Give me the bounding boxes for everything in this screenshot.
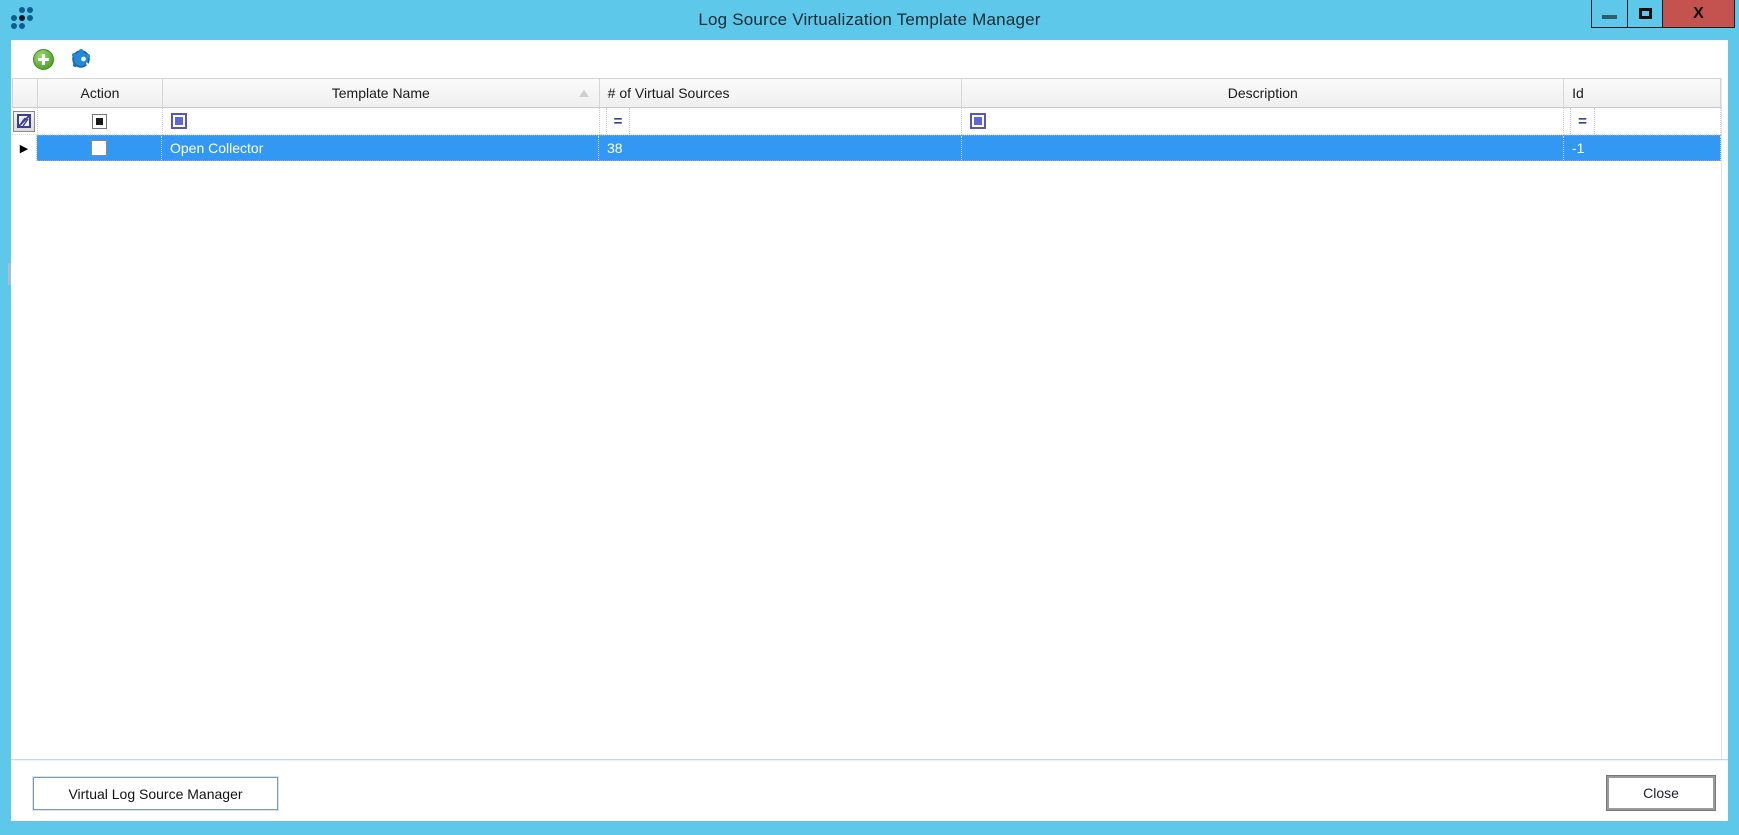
template-name-filter-checkbox-indeterminate[interactable] bbox=[170, 113, 187, 129]
add-icon bbox=[32, 48, 54, 70]
equals-operator-icon[interactable]: = bbox=[1570, 108, 1595, 134]
column-header-description-label: Description bbox=[1227, 85, 1298, 101]
close-window-button[interactable]: X bbox=[1663, 0, 1735, 28]
cell-action[interactable] bbox=[37, 136, 162, 160]
description-filter-checkbox-indeterminate[interactable] bbox=[970, 113, 987, 129]
cell-description[interactable] bbox=[962, 136, 1564, 160]
grid-header-row: Action Template Name # of Virtual Source… bbox=[12, 78, 1721, 108]
equals-operator-icon[interactable]: = bbox=[605, 108, 631, 134]
window-title: Log Source Virtualization Template Manag… bbox=[698, 10, 1041, 29]
window-controls: X bbox=[1591, 0, 1735, 28]
selected-row[interactable]: Open Collector 38 -1 bbox=[37, 135, 1721, 161]
action-checkbox-unchecked[interactable] bbox=[91, 140, 107, 156]
column-header-template-name[interactable]: Template Name bbox=[162, 78, 600, 108]
dialog-content: Action Template Name # of Virtual Source… bbox=[11, 40, 1728, 821]
templates-grid: Action Template Name # of Virtual Source… bbox=[12, 78, 1722, 759]
gear-button[interactable] bbox=[70, 48, 92, 70]
column-header-id-label: Id bbox=[1572, 85, 1584, 101]
add-template-button[interactable] bbox=[32, 48, 54, 70]
column-header-id[interactable]: Id bbox=[1564, 78, 1721, 108]
column-header-action-label: Action bbox=[80, 85, 120, 101]
column-header-num-virtual-sources-label: # of Virtual Sources bbox=[607, 85, 730, 101]
column-header-num-virtual-sources[interactable]: # of Virtual Sources bbox=[599, 78, 963, 108]
table-row-open-collector[interactable]: ▶ Open Collector 38 -1 bbox=[12, 135, 1721, 161]
cell-id[interactable]: -1 bbox=[1564, 136, 1721, 160]
maximize-icon bbox=[1638, 8, 1652, 19]
cell-template-name[interactable]: Open Collector bbox=[162, 136, 599, 160]
footer-bar: Virtual Log Source Manager Close bbox=[11, 759, 1728, 821]
virtual-log-source-manager-label: Virtual Log Source Manager bbox=[68, 785, 243, 802]
maximize-button[interactable] bbox=[1628, 0, 1663, 28]
column-header-template-name-label: Template Name bbox=[331, 85, 430, 101]
column-header-description[interactable]: Description bbox=[962, 78, 1565, 108]
edit-filter-icon bbox=[17, 114, 32, 128]
dialog-log-source-virtualization-template-manager: Log Source Virtualization Template Manag… bbox=[0, 0, 1739, 835]
filter-cell-description[interactable] bbox=[962, 108, 1565, 135]
filter-cell-template-name[interactable] bbox=[162, 108, 600, 135]
grid-filter-row: = = bbox=[12, 108, 1721, 135]
gear-icon bbox=[72, 49, 91, 68]
filter-edit-cell bbox=[12, 108, 38, 135]
grid-area: Action Template Name # of Virtual Source… bbox=[11, 78, 1728, 759]
titlebar[interactable]: Log Source Virtualization Template Manag… bbox=[0, 0, 1739, 40]
filter-cell-num-virtual-sources[interactable]: = bbox=[599, 108, 963, 135]
row-indicator-cell: ▶ bbox=[12, 135, 37, 161]
close-button-label: Close bbox=[1643, 785, 1679, 801]
cell-num-virtual-sources[interactable]: 38 bbox=[599, 136, 962, 160]
close-icon: X bbox=[1693, 4, 1704, 22]
virtual-log-source-manager-button[interactable]: Virtual Log Source Manager bbox=[32, 776, 279, 811]
filter-cell-action[interactable] bbox=[37, 108, 163, 135]
toolbar bbox=[11, 40, 1728, 78]
sort-ascending-icon bbox=[578, 90, 589, 97]
minimize-button[interactable] bbox=[1591, 0, 1628, 28]
current-row-arrow-icon: ▶ bbox=[19, 142, 29, 155]
edit-filter-button[interactable] bbox=[13, 110, 36, 132]
header-row-indicator bbox=[12, 78, 38, 108]
action-filter-checkbox-indeterminate[interactable] bbox=[92, 113, 108, 129]
filter-cell-id[interactable]: = bbox=[1564, 108, 1721, 135]
minimize-icon bbox=[1602, 14, 1617, 19]
column-header-action[interactable]: Action bbox=[37, 78, 163, 108]
close-button[interactable]: Close bbox=[1607, 776, 1715, 810]
